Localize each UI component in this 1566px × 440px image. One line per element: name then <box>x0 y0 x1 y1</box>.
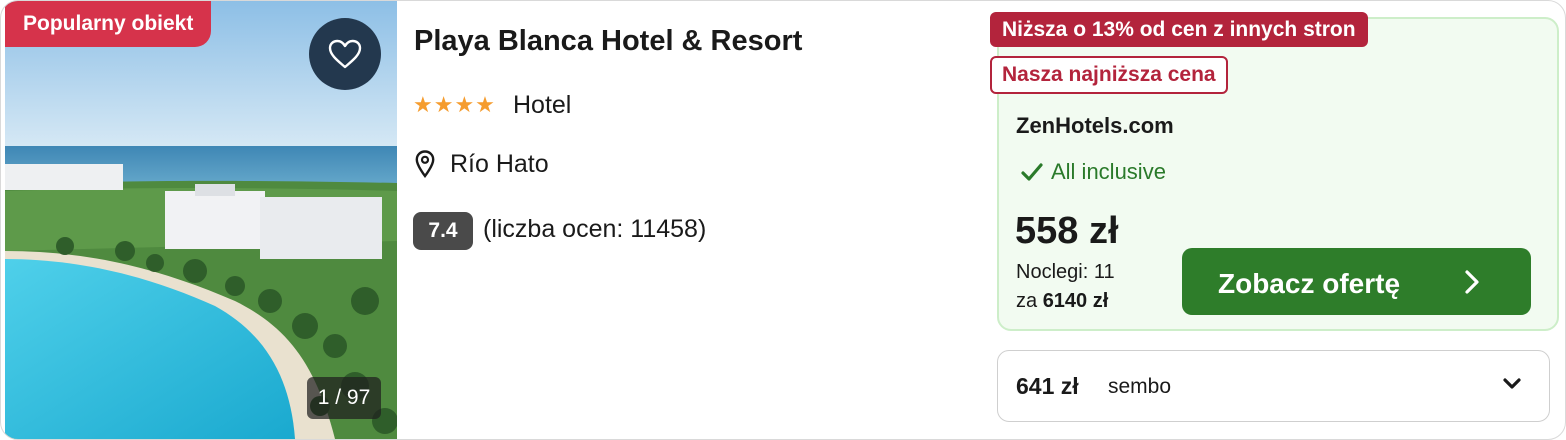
photo-counter: 1 / 97 <box>307 377 381 419</box>
other-offer-dropdown[interactable]: 641 zł sembo <box>997 350 1550 422</box>
nightly-price: 558 zł <box>1015 210 1119 252</box>
total-price-line: za 6140 zł <box>1016 290 1108 313</box>
review-score-badge: 7.4 <box>413 212 473 250</box>
property-type: Hotel <box>513 91 572 119</box>
lowest-price-tag: Nasza najniższa cena <box>990 56 1228 94</box>
star-rating: ★★★★ <box>413 92 496 117</box>
chevron-down-icon <box>1503 378 1521 389</box>
hotel-name[interactable]: Playa Blanca Hotel & Resort <box>414 25 802 58</box>
review-count: (liczba ocen: 11458) <box>483 215 707 243</box>
heart-icon <box>328 39 362 69</box>
location-text[interactable]: Río Hato <box>450 150 549 179</box>
other-offer-price: 641 zł <box>1016 373 1079 399</box>
view-offer-label: Zobacz ofertę <box>1218 268 1401 299</box>
price-comparison-tag: Niższa o 13% od cen z innych stron <box>990 12 1368 47</box>
total-prefix: za <box>1016 290 1038 312</box>
hotel-card[interactable]: Popularny obiekt 1 / 97 Playa Blanca Hot… <box>0 0 1566 440</box>
map-pin-icon <box>415 150 435 178</box>
other-offer-provider: sembo <box>1108 375 1172 398</box>
view-offer-button[interactable]: Zobacz ofertę <box>1182 248 1531 315</box>
nights-count: Noclegi: 11 <box>1016 261 1115 283</box>
favorite-button[interactable] <box>309 18 381 90</box>
popular-badge: Popularny obiekt <box>5 1 212 47</box>
board-type: All inclusive <box>1051 159 1166 184</box>
offer-provider: ZenHotels.com <box>1016 113 1174 138</box>
check-icon <box>1021 163 1043 181</box>
chevron-right-icon <box>1465 270 1479 294</box>
total-price: 6140 zł <box>1042 290 1109 312</box>
